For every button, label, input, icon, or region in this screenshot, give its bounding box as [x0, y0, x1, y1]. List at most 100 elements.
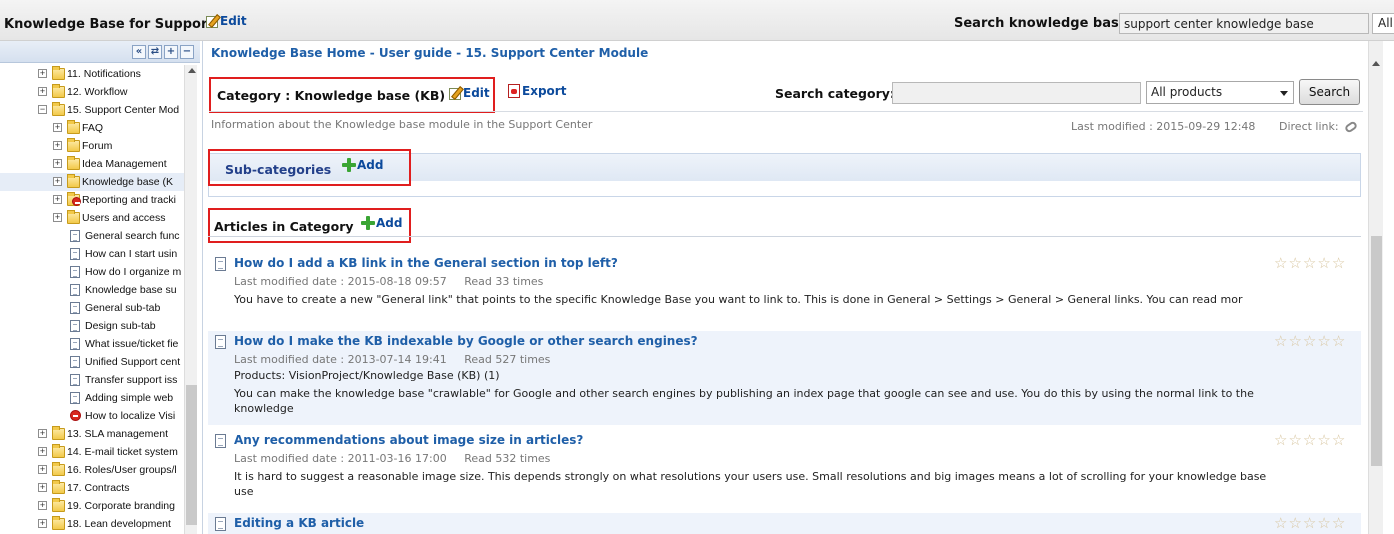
tree-item[interactable]: General sub-tab — [0, 299, 184, 317]
expand-icon[interactable]: + — [53, 141, 62, 150]
tree-item[interactable]: +19. Corporate branding — [0, 497, 184, 515]
star-icon[interactable]: ☆ — [1332, 516, 1345, 531]
tree-item[interactable]: Transfer support iss — [0, 371, 184, 389]
tree-item[interactable]: Unified Support cent — [0, 353, 184, 371]
edit-kb-button[interactable]: Edit — [206, 14, 247, 28]
expand-icon[interactable]: + — [53, 123, 62, 132]
star-icon[interactable]: ☆ — [1317, 433, 1330, 448]
star-icon[interactable]: ☆ — [1274, 256, 1287, 271]
product-select[interactable]: All products — [1146, 81, 1294, 104]
expand-icon[interactable]: + — [38, 483, 47, 492]
star-icon[interactable]: ☆ — [1303, 516, 1316, 531]
tree-item[interactable]: + Users and access — [0, 209, 184, 227]
expand-icon[interactable]: + — [53, 195, 62, 204]
blocked-icon — [70, 410, 81, 421]
rating-stars[interactable]: ☆ ☆ ☆ ☆ ☆ — [1274, 433, 1345, 448]
expand-icon[interactable]: + — [38, 429, 47, 438]
expand-icon[interactable]: + — [53, 159, 62, 168]
star-icon[interactable]: ☆ — [1317, 516, 1330, 531]
tree-item[interactable]: Design sub-tab — [0, 317, 184, 335]
star-icon[interactable]: ☆ — [1274, 433, 1287, 448]
expand-icon[interactable]: + — [38, 87, 47, 96]
add-article-button[interactable]: Add — [361, 216, 402, 230]
tree-item[interactable]: +14. E-mail ticket system — [0, 443, 184, 461]
star-icon[interactable]: ☆ — [1317, 256, 1330, 271]
tree-item[interactable]: +18. Lean development — [0, 515, 184, 533]
scroll-up-arrow-icon[interactable] — [1372, 61, 1380, 66]
article-title[interactable]: How do I add a KB link in the General se… — [234, 256, 618, 270]
tree-item[interactable]: How do I organize m — [0, 263, 184, 281]
star-icon[interactable]: ☆ — [1288, 334, 1301, 349]
expand-icon[interactable]: + — [38, 465, 47, 474]
search-category-input[interactable] — [892, 82, 1141, 104]
rating-stars[interactable]: ☆ ☆ ☆ ☆ ☆ — [1274, 256, 1345, 271]
product-select-value: All products — [1151, 85, 1223, 99]
star-icon[interactable]: ☆ — [1274, 334, 1287, 349]
tree-item[interactable]: + FAQ — [0, 119, 184, 137]
tree-item[interactable]: Adding simple web — [0, 389, 184, 407]
article-title[interactable]: Any recommendations about image size in … — [234, 433, 583, 447]
article-title[interactable]: Editing a KB article — [234, 516, 364, 530]
tree-item[interactable]: +11. Notifications — [0, 65, 184, 83]
collapse-all-button[interactable]: − — [180, 45, 194, 59]
tree-item[interactable]: General search func — [0, 227, 184, 245]
add-subcategory-button[interactable]: Add — [342, 158, 383, 172]
tree-item-label: 15. Support Center Mod — [67, 104, 180, 116]
sync-tree-button[interactable]: ⇄ — [148, 45, 162, 59]
tree-item[interactable]: + Forum — [0, 137, 184, 155]
article-title[interactable]: How do I make the KB indexable by Google… — [234, 334, 698, 348]
tree-item[interactable]: What issue/ticket fie — [0, 335, 184, 353]
star-icon[interactable]: ☆ — [1332, 334, 1345, 349]
star-icon[interactable]: ☆ — [1303, 256, 1316, 271]
tree-item[interactable]: +16. Roles/User groups/l — [0, 461, 184, 479]
tree-item-label: Transfer support iss — [85, 374, 178, 386]
expand-all-button[interactable]: + — [164, 45, 178, 59]
breadcrumb[interactable]: Knowledge Base Home - User guide - 15. S… — [211, 46, 648, 60]
expand-icon[interactable]: + — [53, 177, 62, 186]
paperclip-icon[interactable] — [1343, 119, 1358, 134]
tree-item-label: 12. Workflow — [67, 86, 128, 98]
tree-item[interactable]: + Idea Management — [0, 155, 184, 173]
expand-icon[interactable]: + — [38, 519, 47, 528]
category-title: Category : Knowledge base (KB) — [217, 88, 446, 103]
main-scrollbar[interactable] — [1368, 41, 1383, 534]
export-button[interactable]: Export — [508, 84, 566, 98]
star-icon[interactable]: ☆ — [1288, 516, 1301, 531]
star-icon[interactable]: ☆ — [1303, 433, 1316, 448]
star-icon[interactable]: ☆ — [1303, 334, 1316, 349]
collapse-panel-button[interactable]: « — [132, 45, 146, 59]
tree-scrollbar[interactable] — [184, 65, 197, 534]
article-read-count: Read 527 times — [464, 353, 551, 366]
expand-icon[interactable]: + — [38, 501, 47, 510]
search-scope-select[interactable]: All — [1372, 13, 1394, 34]
tree-item[interactable]: + Reporting and tracki — [0, 191, 184, 209]
edit-category-button[interactable]: Edit — [449, 86, 490, 100]
scrollbar-thumb[interactable] — [1371, 236, 1382, 466]
expand-icon[interactable]: + — [38, 69, 47, 78]
star-icon[interactable]: ☆ — [1317, 334, 1330, 349]
tree-item[interactable]: +17. Contracts — [0, 479, 184, 497]
star-icon[interactable]: ☆ — [1332, 256, 1345, 271]
search-button[interactable]: Search — [1299, 79, 1360, 105]
tree-item[interactable]: − 15. Support Center Mod — [0, 101, 184, 119]
rating-stars[interactable]: ☆ ☆ ☆ ☆ ☆ — [1274, 334, 1345, 349]
tree-item[interactable]: +12. Workflow — [0, 83, 184, 101]
direct-link[interactable]: Direct link: — [1279, 119, 1358, 134]
star-icon[interactable]: ☆ — [1288, 256, 1301, 271]
scrollbar-thumb[interactable] — [186, 385, 197, 525]
tree-item[interactable]: Knowledge base su — [0, 281, 184, 299]
add-subcategory-label: Add — [357, 158, 384, 172]
star-icon[interactable]: ☆ — [1332, 433, 1345, 448]
rating-stars[interactable]: ☆ ☆ ☆ ☆ ☆ — [1274, 516, 1345, 531]
tree-item[interactable]: +13. SLA management — [0, 425, 184, 443]
collapse-icon[interactable]: − — [38, 105, 47, 114]
tree-item[interactable]: How to localize Visi — [0, 407, 184, 425]
search-kb-input[interactable] — [1119, 13, 1369, 34]
expand-icon[interactable]: + — [38, 447, 47, 456]
expand-icon[interactable]: + — [53, 213, 62, 222]
tree-item[interactable]: How can I start usin — [0, 245, 184, 263]
star-icon[interactable]: ☆ — [1274, 516, 1287, 531]
star-icon[interactable]: ☆ — [1288, 433, 1301, 448]
scroll-up-arrow-icon[interactable] — [188, 68, 196, 73]
tree-item[interactable]: + Knowledge base (K — [0, 173, 184, 191]
